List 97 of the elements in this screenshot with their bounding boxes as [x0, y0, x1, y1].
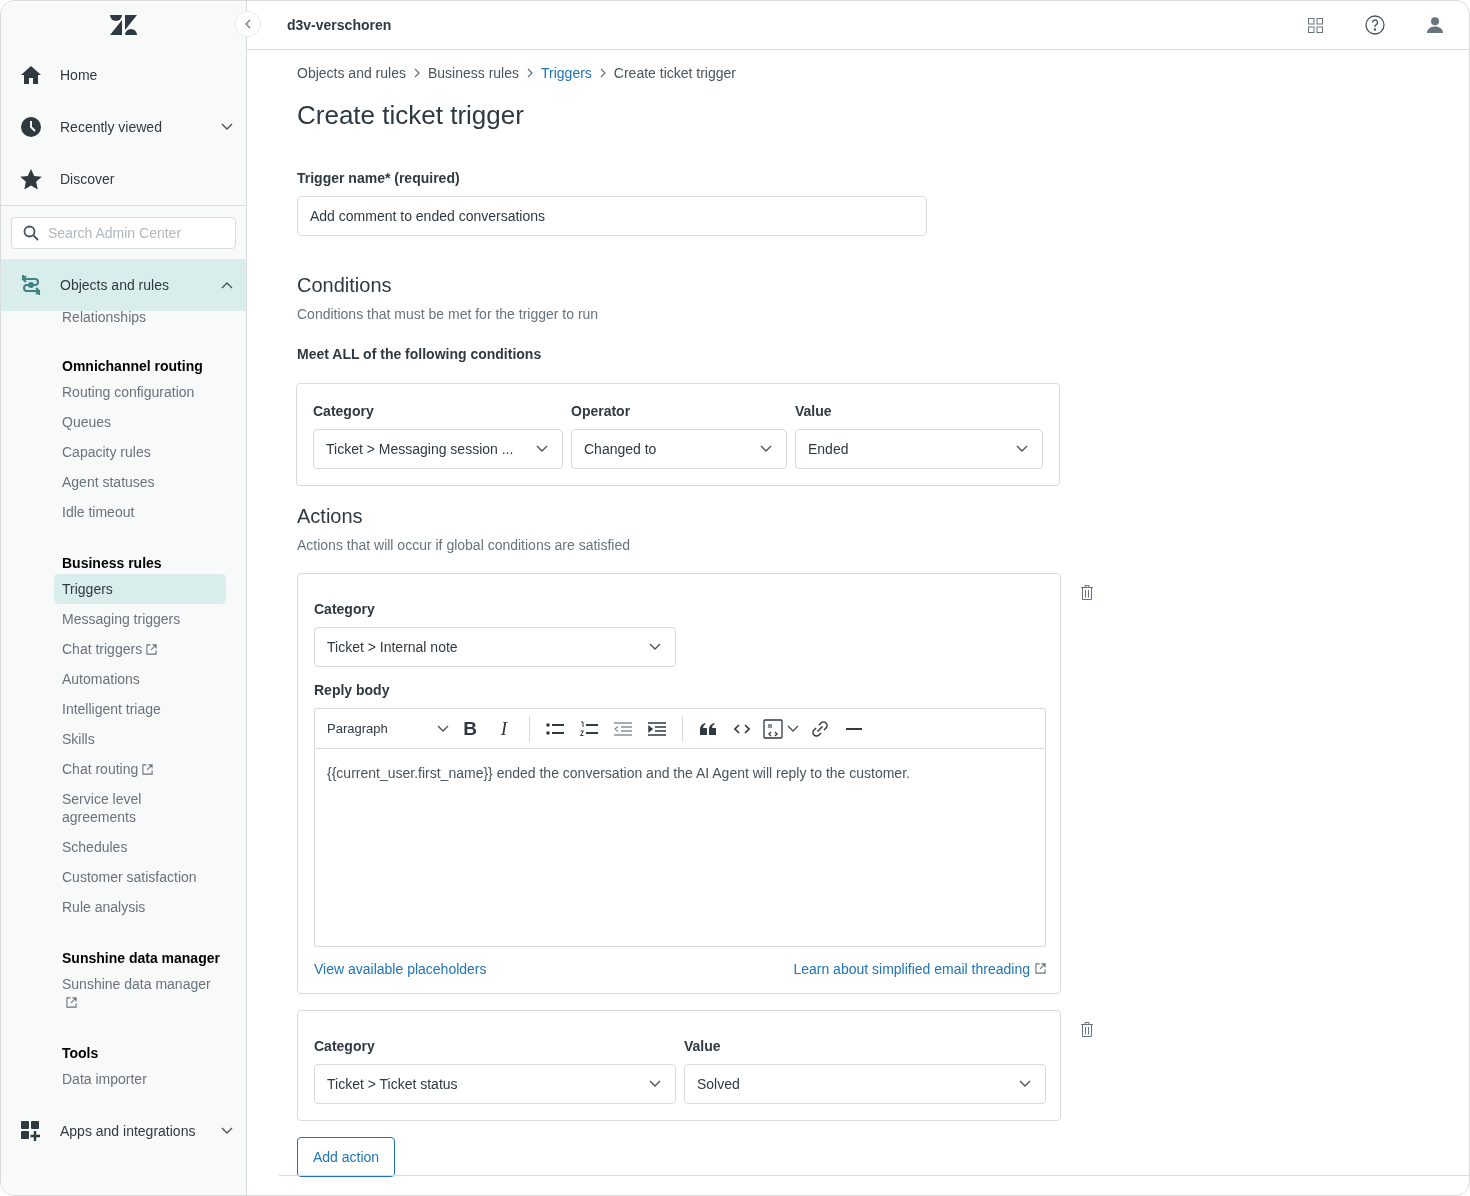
grid-icon	[1307, 17, 1323, 33]
nav-link[interactable]: Idle timeout	[54, 497, 226, 527]
trash-icon	[1081, 1022, 1093, 1037]
dropdown[interactable]: Ended	[795, 429, 1043, 469]
nav-link[interactable]: Messaging triggers	[54, 604, 226, 634]
nav-link[interactable]: Intelligent triage	[54, 694, 226, 724]
link-icon	[812, 720, 828, 737]
bulleted-list-icon	[546, 721, 564, 736]
dropdown[interactable]: Solved	[684, 1064, 1046, 1104]
nav-link[interactable]: Chat triggers	[54, 634, 226, 664]
field-label: Trigger name* (required)	[297, 169, 461, 187]
chevron-down-icon	[760, 445, 772, 453]
search-icon	[23, 225, 39, 241]
nav-link[interactable]: Relationships	[1, 311, 246, 327]
field-label: Reply body	[314, 681, 391, 699]
nav-group-title: Omnichannel routing	[61, 357, 203, 376]
nav-group-title: Tools	[61, 1044, 99, 1063]
nav-link[interactable]: Capacity rules	[54, 437, 226, 467]
trash-icon	[1081, 585, 1093, 600]
chevron-right-icon	[599, 68, 606, 78]
clock-icon	[21, 117, 41, 137]
nav-link[interactable]: Service level agreements	[54, 784, 226, 832]
code-icon	[734, 723, 750, 734]
section-description: Actions that will occur if global conditions are satisfied	[297, 536, 632, 554]
nav-link[interactable]: Routing configuration	[54, 377, 226, 407]
apps-add-icon	[21, 1121, 41, 1141]
account-name: d3v-verschoren	[287, 17, 393, 33]
code-block-icon	[763, 718, 783, 739]
nav-link[interactable]: Rule analysis	[54, 892, 226, 922]
input-field[interactable]: Add comment to ended conversations	[297, 196, 927, 236]
quote-icon	[700, 722, 716, 735]
chevron-right-icon	[527, 68, 533, 78]
nav-link[interactable]: Chat routing	[54, 754, 226, 784]
section-heading: Actions	[297, 504, 364, 528]
dropdown[interactable]: Changed to	[571, 429, 787, 469]
chevron-right-icon	[413, 68, 420, 78]
dropdown[interactable]: Ticket > Messaging session ...	[313, 429, 563, 469]
delete-button[interactable]	[1081, 585, 1093, 600]
page-title: Create ticket trigger	[297, 99, 525, 131]
field-label: Category	[314, 600, 376, 618]
italic-button[interactable]: I	[487, 714, 521, 743]
star-icon	[20, 168, 42, 190]
help-icon	[1365, 15, 1385, 35]
field-label: Value	[684, 1037, 722, 1055]
field-label: Operator	[571, 402, 632, 420]
arrows-icon	[19, 273, 43, 297]
numbered-list-icon	[580, 720, 598, 737]
field-label: Category	[313, 402, 375, 420]
nav-link[interactable]: Skills	[54, 724, 226, 754]
field-label: Category	[314, 1037, 376, 1055]
chevron-left-icon	[245, 19, 251, 29]
field-label: Meet ALL of the following conditions	[297, 345, 543, 363]
nav-link[interactable]: Triggers	[54, 574, 226, 604]
delete-button[interactable]	[1081, 1022, 1093, 1037]
nav-link[interactable]: Agent statuses	[54, 467, 226, 497]
external-link-icon	[1035, 963, 1046, 974]
logo-icon[interactable]	[110, 15, 137, 35]
link[interactable]: View available placeholders	[314, 961, 487, 977]
nav-item[interactable]: Home	[1, 49, 246, 101]
nav-item[interactable]: Apps and integrations	[1, 1105, 246, 1157]
chevron-down-icon	[1019, 1080, 1031, 1088]
horizontal-line-icon	[846, 727, 862, 730]
rich-text-editor[interactable]: Paragraph B I {{current_user.first_name}} ended the conversation and the AI Agent will reply to the customer.	[314, 708, 1046, 947]
link[interactable]: Learn about simplified email threading	[793, 961, 1046, 977]
chevron-down-icon	[1016, 445, 1028, 453]
breadcrumb-link[interactable]: Triggers	[541, 65, 592, 81]
field-label: Value	[795, 402, 833, 420]
outdent-icon	[614, 721, 632, 736]
nav-link[interactable]: Queues	[54, 407, 226, 437]
nav-link[interactable]: Sunshine data manager	[54, 969, 226, 1017]
indent-icon	[648, 721, 666, 736]
format-dropdown[interactable]: Paragraph	[327, 714, 453, 743]
dropdown[interactable]: Ticket > Internal note	[314, 627, 676, 667]
editor-text: {{current_user.first_name}} ended the conversation and the AI Agent will reply to the customer.	[326, 764, 911, 783]
user-icon	[1427, 17, 1443, 33]
nav-link[interactable]: Customer satisfaction	[54, 862, 226, 892]
nav-link[interactable]: Schedules	[54, 832, 226, 862]
chevron-down-icon	[649, 643, 661, 651]
chevron-down-icon	[787, 724, 799, 733]
chevron-down-icon	[536, 445, 548, 453]
nav-item[interactable]: Discover	[1, 153, 246, 205]
search-field[interactable]: Search Admin Center	[11, 217, 236, 249]
nav-group-title: Business rules	[61, 554, 162, 573]
add-action-button[interactable]: Add action	[297, 1137, 396, 1177]
dropdown[interactable]: Ticket > Ticket status	[314, 1064, 676, 1104]
section-description: Conditions that must be met for the trigger to run	[297, 305, 600, 323]
bold-button[interactable]: B	[453, 714, 487, 743]
chevron-down-icon	[437, 724, 449, 733]
nav-link[interactable]: Data importer	[54, 1064, 226, 1094]
nav-section-header[interactable]: Objects and rules	[1, 259, 246, 311]
nav-item[interactable]: Recently viewed	[1, 101, 246, 153]
help-button[interactable]	[1363, 13, 1387, 37]
section-heading: Conditions	[297, 273, 393, 297]
chevron-down-icon	[649, 1080, 661, 1088]
nav-group-title: Sunshine data manager	[61, 949, 220, 968]
home-icon	[20, 65, 42, 85]
nav-link[interactable]: Automations	[54, 664, 226, 694]
